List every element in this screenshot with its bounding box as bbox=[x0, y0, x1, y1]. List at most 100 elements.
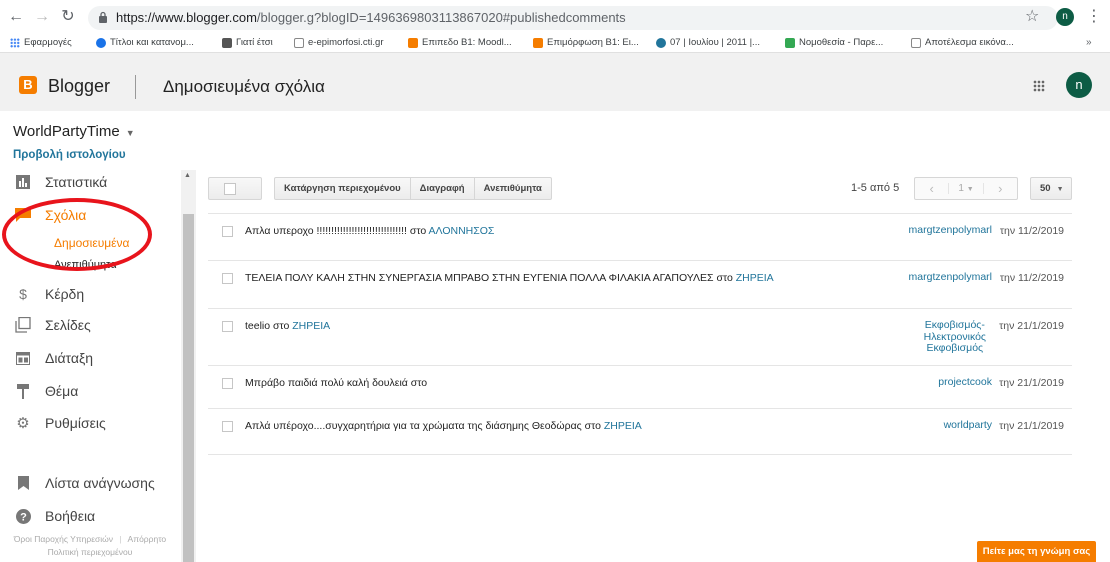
moodle-icon bbox=[533, 37, 543, 48]
sidebar-item-layout[interactable]: Διάταξη bbox=[13, 348, 93, 368]
sidebar-item-help[interactable]: ? Βοήθεια bbox=[13, 506, 95, 526]
bookmark-icon bbox=[13, 474, 33, 492]
comment-author[interactable]: margtzenpolymarl bbox=[909, 271, 992, 284]
blog-selector[interactable]: WorldPartyTime ▼ bbox=[13, 123, 135, 140]
remove-content-button[interactable]: Κατάργηση περιεχομένου bbox=[275, 178, 411, 199]
bar-chart-icon bbox=[13, 173, 33, 191]
sidebar-item-settings[interactable]: ⚙ Ρυθμίσεις bbox=[13, 413, 105, 433]
privacy-link[interactable]: Απόρρητο bbox=[128, 534, 167, 544]
caret-down-icon: ▼ bbox=[125, 128, 135, 138]
sidebar-item-pages[interactable]: Σελίδες bbox=[13, 315, 91, 335]
forward-arrow-icon[interactable]: → bbox=[32, 8, 52, 26]
gear-icon: ⚙ bbox=[16, 415, 30, 432]
comment-row[interactable]: teelio στο ΖΗΡΕΙΑ Εκφοβισμός- Ηλεκτρονικό… bbox=[208, 308, 1072, 365]
table-bottom-border bbox=[208, 454, 1072, 455]
wordpress-icon bbox=[656, 37, 666, 48]
post-link[interactable]: ΑΛΟΝΝΗΣΟΣ bbox=[429, 225, 495, 237]
bookmark-item[interactable]: Επιμόρφωση Β1: Ει... bbox=[533, 37, 639, 48]
page-title: Δημοσιευμένα σχόλια bbox=[163, 77, 325, 96]
row-checkbox[interactable] bbox=[222, 378, 233, 389]
comment-text: ΤΕΛΕΙΑ ΠΟΛΥ ΚΑΛΗ ΣΤΗΝ ΣΥΝΕΡΓΑΣΙΑ ΜΠΡΑΒΟ … bbox=[245, 272, 774, 284]
post-link[interactable]: ΖΗΡΕΙΑ bbox=[292, 320, 330, 332]
comment-author[interactable]: worldparty bbox=[944, 419, 992, 432]
comment-row[interactable]: Απλά υπέροχο....συγχαρητήρια για τα χρώμ… bbox=[208, 408, 1072, 454]
terms-link[interactable]: Όροι Παροχής Υπηρεσιών bbox=[14, 534, 113, 544]
scrollbar-thumb[interactable] bbox=[183, 214, 194, 562]
apps-grid-icon bbox=[10, 37, 20, 48]
comment-author[interactable]: margtzenpolymarl bbox=[909, 224, 992, 237]
comment-text: Απλα υπεροχο !!!!!!!!!!!!!!!!!!!!!!!!!!!… bbox=[245, 225, 495, 237]
bookmark-item[interactable]: Τίτλοι και κατανομ... bbox=[96, 37, 194, 48]
comment-date: την 21/1/2019 bbox=[999, 320, 1064, 332]
view-blog-link[interactable]: Προβολή ιστολογίου bbox=[13, 149, 126, 161]
post-link[interactable]: ΖΗΡΕΙΑ bbox=[604, 420, 642, 432]
page-select[interactable]: 1 ▼ bbox=[948, 183, 984, 194]
bookmark-favicon-icon bbox=[96, 37, 106, 48]
app-name[interactable]: Blogger bbox=[48, 76, 110, 97]
mark-spam-button[interactable]: Ανεπιθύμητα bbox=[475, 178, 551, 199]
browser-toolbar: ← → ↻ https://www.blogger.com/blogger.g?… bbox=[0, 0, 1110, 35]
apps-grid-icon[interactable] bbox=[1033, 80, 1045, 92]
comment-author[interactable]: Εκφοβισμός- Ηλεκτρονικός Εκφοβισμός bbox=[924, 319, 986, 355]
header-divider bbox=[135, 75, 136, 99]
paint-roller-icon bbox=[13, 382, 33, 400]
content-policy-link[interactable]: Πολιτική περιεχομένου bbox=[48, 547, 133, 557]
bookmark-item[interactable]: Επιπεδο Β1: Moodl... bbox=[408, 37, 512, 48]
bookmark-item[interactable]: Γιατί έτσι bbox=[222, 37, 273, 48]
prev-page-icon[interactable]: ‹ bbox=[915, 181, 948, 196]
sidebar-item-earnings[interactable]: $ Κέρδη bbox=[13, 284, 84, 304]
pagination-range: 1-5 από 5 bbox=[851, 182, 900, 194]
sidebar-item-reading-list[interactable]: Λίστα ανάγνωσης bbox=[13, 473, 155, 493]
sidebar-scrollbar[interactable]: ▲ bbox=[181, 170, 196, 562]
browser-menu-icon[interactable]: ⋮ bbox=[1086, 6, 1102, 26]
post-link[interactable]: ΖΗΡΕΙΑ bbox=[736, 272, 774, 284]
delete-button[interactable]: Διαγραφή bbox=[411, 178, 475, 199]
bookmark-item[interactable]: Αποτέλεσμα εικόνα... bbox=[911, 37, 1014, 48]
next-page-icon[interactable]: › bbox=[984, 181, 1017, 196]
back-arrow-icon[interactable]: ← bbox=[6, 8, 26, 26]
bookmarks-bar: Εφαρμογές Τίτλοι και κατανομ... Γιατί έτ… bbox=[0, 35, 1110, 53]
row-checkbox[interactable] bbox=[222, 421, 233, 432]
row-checkbox[interactable] bbox=[222, 321, 233, 332]
person-icon bbox=[785, 37, 795, 48]
scroll-up-arrow-icon[interactable]: ▲ bbox=[184, 172, 191, 179]
svg-text:?: ? bbox=[20, 511, 27, 523]
per-page-select[interactable]: 50 ▼ bbox=[1030, 177, 1072, 200]
comment-text: Απλά υπέροχο....συγχαρητήρια για τα χρώμ… bbox=[245, 420, 642, 432]
comment-row[interactable]: Απλα υπεροχο !!!!!!!!!!!!!!!!!!!!!!!!!!!… bbox=[208, 213, 1072, 260]
annotation-ellipse bbox=[2, 198, 152, 271]
bookmark-item[interactable]: e-epimorfosi.cti.gr bbox=[294, 37, 384, 48]
page-icon bbox=[911, 37, 921, 48]
layout-icon bbox=[13, 349, 33, 367]
comment-row[interactable]: ΤΕΛΕΙΑ ΠΟΛΥ ΚΑΛΗ ΣΤΗΝ ΣΥΝΕΡΓΑΣΙΑ ΜΠΡΑΒΟ … bbox=[208, 260, 1072, 308]
bookmark-item[interactable]: Νομοθεσία - Παρε... bbox=[785, 37, 883, 48]
bookmark-apps[interactable]: Εφαρμογές bbox=[10, 37, 72, 48]
account-avatar[interactable]: n bbox=[1066, 72, 1092, 98]
footer-separator: | bbox=[119, 534, 122, 544]
sidebar-item-stats[interactable]: Στατιστικά bbox=[13, 172, 107, 192]
reload-icon[interactable]: ↻ bbox=[58, 8, 78, 26]
url-text: https://www.blogger.com/blogger.g?blogID… bbox=[116, 10, 626, 25]
dollar-icon: $ bbox=[19, 286, 27, 302]
pages-icon bbox=[13, 316, 33, 334]
bookmark-item[interactable]: 07 | Ιουλίου | 2011 |... bbox=[656, 37, 760, 48]
pagination-control: ‹ 1 ▼ › bbox=[914, 177, 1018, 200]
sidebar-item-theme[interactable]: Θέμα bbox=[13, 381, 78, 401]
comment-row[interactable]: Μπράβο παιδιά πολύ καλή δουλειά στο proj… bbox=[208, 365, 1072, 408]
checkbox-box bbox=[224, 183, 236, 195]
action-button-group: Κατάργηση περιεχομένου Διαγραφή Ανεπιθύμ… bbox=[274, 177, 552, 200]
row-checkbox[interactable] bbox=[222, 226, 233, 237]
bookmark-star-icon[interactable]: ☆ bbox=[1025, 6, 1039, 26]
caret-down-icon: ▼ bbox=[966, 186, 974, 193]
feedback-button[interactable]: Πείτε μας τη γνώμη σας bbox=[977, 541, 1096, 562]
bookmarks-more[interactable]: » bbox=[1086, 37, 1092, 48]
address-bar[interactable]: https://www.blogger.com/blogger.g?blogID… bbox=[88, 6, 1058, 30]
browser-profile-avatar[interactable]: n bbox=[1056, 8, 1074, 26]
blogger-logo-icon[interactable]: B bbox=[19, 76, 37, 94]
comment-text: Μπράβο παιδιά πολύ καλή δουλειά στο bbox=[245, 377, 428, 389]
select-all-checkbox[interactable] bbox=[208, 177, 262, 200]
comment-date: την 11/2/2019 bbox=[999, 225, 1064, 237]
row-checkbox[interactable] bbox=[222, 273, 233, 284]
comment-author[interactable]: projectcook bbox=[938, 376, 992, 389]
caret-down-icon: ▼ bbox=[1056, 186, 1064, 193]
